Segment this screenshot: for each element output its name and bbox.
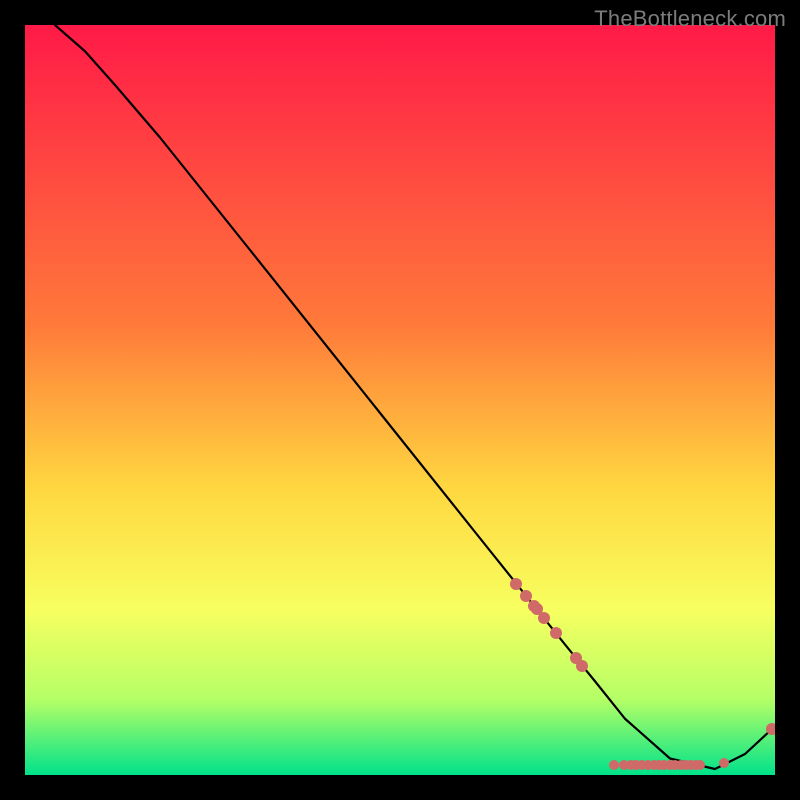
chart-stage: TheBottleneck.com bbox=[0, 0, 800, 800]
plot-area bbox=[25, 25, 775, 775]
data-dot bbox=[719, 758, 729, 768]
data-dot bbox=[538, 612, 550, 624]
data-dot bbox=[695, 760, 705, 770]
frame-right bbox=[775, 0, 800, 800]
data-dot bbox=[510, 578, 522, 590]
frame-bottom bbox=[0, 775, 800, 800]
bottleneck-curve bbox=[25, 25, 775, 775]
data-dot bbox=[576, 660, 588, 672]
watermark-label: TheBottleneck.com bbox=[594, 6, 786, 32]
data-dot bbox=[550, 627, 562, 639]
frame-left bbox=[0, 0, 25, 800]
data-dot bbox=[609, 760, 619, 770]
